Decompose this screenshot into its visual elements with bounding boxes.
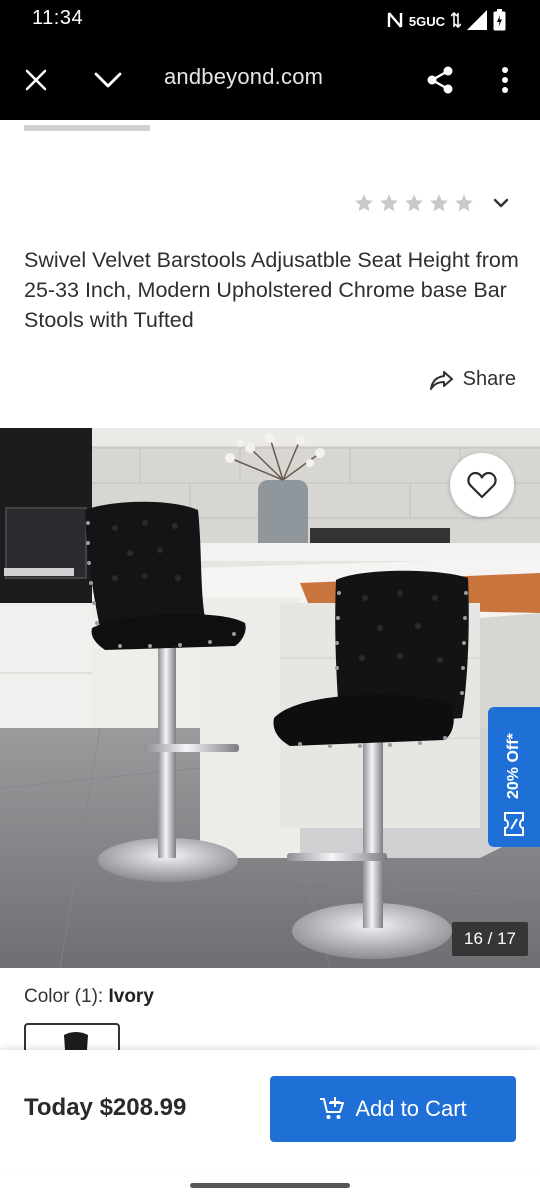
rating-stars bbox=[354, 193, 474, 213]
star-icon bbox=[380, 194, 398, 212]
network-label: 5GUC bbox=[408, 14, 445, 29]
favorite-button[interactable] bbox=[450, 453, 514, 517]
promo-label: 20% Off* bbox=[505, 733, 522, 799]
url-text[interactable]: andbeyond.com bbox=[164, 64, 323, 90]
battery-icon bbox=[493, 9, 506, 34]
share-icon bbox=[427, 66, 453, 94]
price-today: Today $208.99 bbox=[24, 1094, 187, 1121]
heart-icon bbox=[467, 471, 497, 499]
signal-icon bbox=[467, 10, 487, 33]
rating-expand-button[interactable] bbox=[490, 192, 512, 214]
coupon-icon bbox=[504, 812, 524, 836]
cart-plus-icon bbox=[320, 1097, 345, 1119]
close-tab-button[interactable] bbox=[16, 60, 56, 100]
add-to-cart-label: Add to Cart bbox=[355, 1096, 467, 1121]
browser-toolbar: andbeyond.com bbox=[0, 38, 540, 120]
selected-color-value: Ivory bbox=[108, 986, 154, 1007]
nfc-icon bbox=[387, 11, 403, 32]
status-time: 11:34 bbox=[32, 7, 84, 29]
share-page-button[interactable] bbox=[420, 60, 460, 100]
share-arrow-icon bbox=[429, 370, 453, 390]
color-selector-label: Color (1): Ivory bbox=[24, 986, 154, 1008]
status-icons: 5GUC bbox=[387, 9, 506, 34]
star-icon bbox=[455, 194, 473, 212]
share-button[interactable]: Share bbox=[429, 368, 516, 391]
status-bar: 11:34 5GUC bbox=[0, 0, 540, 38]
minimize-tab-button[interactable] bbox=[88, 60, 128, 100]
gallery-scroll-indicator bbox=[24, 125, 150, 131]
network-arrows-icon bbox=[450, 11, 462, 31]
cart-bar: Today $208.99 Add to Cart bbox=[0, 1050, 540, 1168]
color-label-text: Color (1): bbox=[24, 986, 104, 1007]
star-icon bbox=[355, 194, 373, 212]
home-indicator[interactable] bbox=[190, 1183, 350, 1188]
add-to-cart-button[interactable]: Add to Cart bbox=[270, 1076, 516, 1142]
star-icon bbox=[405, 194, 423, 212]
share-label: Share bbox=[462, 368, 516, 390]
more-vert-icon bbox=[502, 67, 508, 93]
close-icon bbox=[25, 69, 47, 91]
more-options-button[interactable] bbox=[485, 60, 525, 100]
product-image[interactable]: 16 / 17 bbox=[0, 428, 540, 968]
star-icon bbox=[430, 194, 448, 212]
rating-row[interactable] bbox=[354, 192, 512, 214]
barstool-photo bbox=[0, 428, 540, 968]
chevron-down-icon bbox=[493, 198, 509, 208]
chevron-down-icon bbox=[94, 72, 122, 88]
image-counter: 16 / 17 bbox=[452, 922, 528, 956]
product-title: Swivel Velvet Barstools Adjusatble Seat … bbox=[24, 248, 519, 332]
promo-tab[interactable]: 20% Off* bbox=[488, 707, 540, 847]
